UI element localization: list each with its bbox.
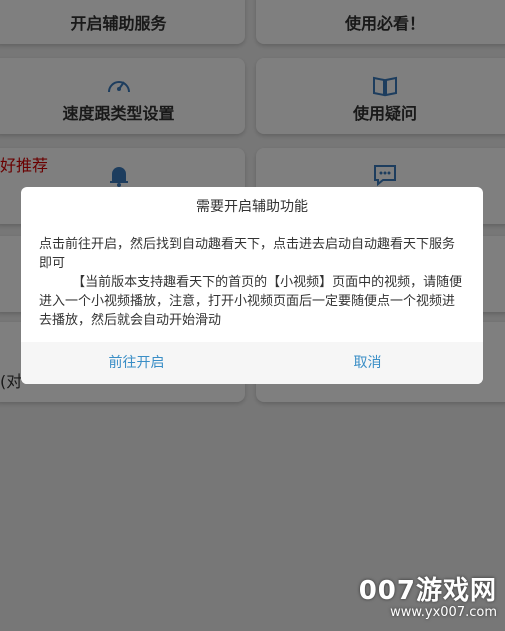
watermark: 007游戏网 www.yx007.com	[359, 577, 497, 621]
enable-accessibility-dialog: 需要开启辅助功能 点击前往开启，然后找到自动趣看天下，点击进去启动自动趣看天下服…	[21, 187, 483, 384]
dialog-message: 点击前往开启，然后找到自动趣看天下，点击进去启动自动趣看天下服务即可 【当前版本…	[39, 237, 463, 328]
dialog-title: 需要开启辅助功能	[196, 199, 308, 215]
dialog-footer: 前往开启 取消	[21, 342, 483, 384]
cancel-button[interactable]: 取消	[252, 342, 483, 384]
go-enable-button[interactable]: 前往开启	[21, 342, 252, 384]
watermark-url: www.yx007.com	[390, 605, 497, 620]
watermark-brand: 007游戏网	[358, 576, 497, 606]
